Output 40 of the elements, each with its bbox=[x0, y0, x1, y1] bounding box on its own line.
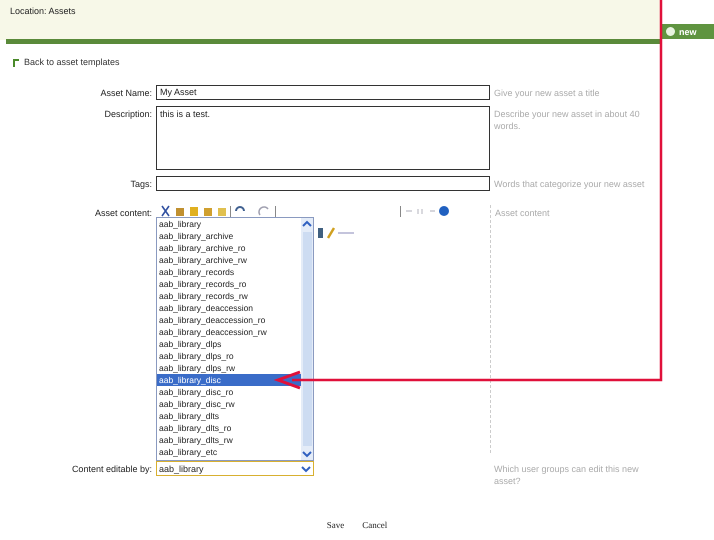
dropdown-option[interactable]: aab_library_records_ro bbox=[157, 278, 301, 290]
input-field[interactable]: My Asset bbox=[156, 85, 490, 100]
select-field[interactable]: aab_library bbox=[156, 461, 314, 476]
input-field[interactable] bbox=[156, 176, 490, 191]
field-hint: Words that categorize your new asset bbox=[494, 178, 646, 191]
dropdown-option[interactable]: aab_library_dlps_rw bbox=[157, 362, 301, 374]
field-label: Content editable by: bbox=[70, 463, 152, 474]
dropdown-option[interactable]: aab_library_dlts_rw bbox=[157, 434, 301, 446]
textarea-field[interactable]: this is a test. bbox=[156, 106, 490, 170]
chevron-up-icon bbox=[302, 220, 312, 228]
dropdown-option[interactable]: aab_library_dlts_ro bbox=[157, 422, 301, 434]
dropdown-option[interactable]: aab_library_deaccession_rw bbox=[157, 326, 301, 338]
dropdown-option[interactable]: aab_library_dlts bbox=[157, 410, 301, 422]
scrollbar[interactable] bbox=[301, 218, 313, 460]
dropdown-option[interactable]: aab_library_dlps_ro bbox=[157, 350, 301, 362]
field-hint: Asset content bbox=[490, 205, 664, 453]
field-label: Asset Name: bbox=[99, 87, 152, 98]
back-link[interactable]: Back to asset templates bbox=[24, 57, 120, 67]
dropdown-option[interactable]: aab_library_archive bbox=[157, 230, 301, 242]
dropdown-option[interactable]: aab_library_archive_ro bbox=[157, 242, 301, 254]
new-button[interactable]: new bbox=[660, 24, 714, 39]
dropdown-option[interactable]: aab_library_records bbox=[157, 266, 301, 278]
field-hint: Which user groups can edit this new asset? bbox=[494, 463, 640, 488]
dropdown-option[interactable]: aab_library_etc bbox=[157, 446, 301, 458]
dropdown-option[interactable]: aab_library_disc_rw bbox=[157, 398, 301, 410]
field-label: Description: bbox=[103, 108, 152, 119]
dropdown-option[interactable]: aab_library_disc_ro bbox=[157, 386, 301, 398]
dropdown-option[interactable]: aab_library_disc bbox=[157, 374, 301, 386]
toolbar-icons-drawing bbox=[400, 205, 450, 217]
dropdown-option[interactable]: aab_library bbox=[157, 218, 301, 230]
field-label: Tags: bbox=[129, 178, 152, 189]
dropdown-option[interactable]: aab_library_deaccession bbox=[157, 302, 301, 314]
field-hint: Give your new asset a title bbox=[494, 87, 601, 100]
dropdown-option[interactable]: aab_library_records_rw bbox=[157, 290, 301, 302]
dropdown-option[interactable]: aab_library_deaccession_ro bbox=[157, 314, 301, 326]
field-label: Asset content: bbox=[94, 207, 152, 218]
breadcrumb: Location: Assets bbox=[10, 6, 76, 16]
dropdown-option[interactable]: aab_library_dlps bbox=[157, 338, 301, 350]
field-hint: Describe your new asset in about 40 words. bbox=[494, 108, 641, 132]
dropdown-option[interactable]: aab_library_archive_rw bbox=[157, 254, 301, 266]
